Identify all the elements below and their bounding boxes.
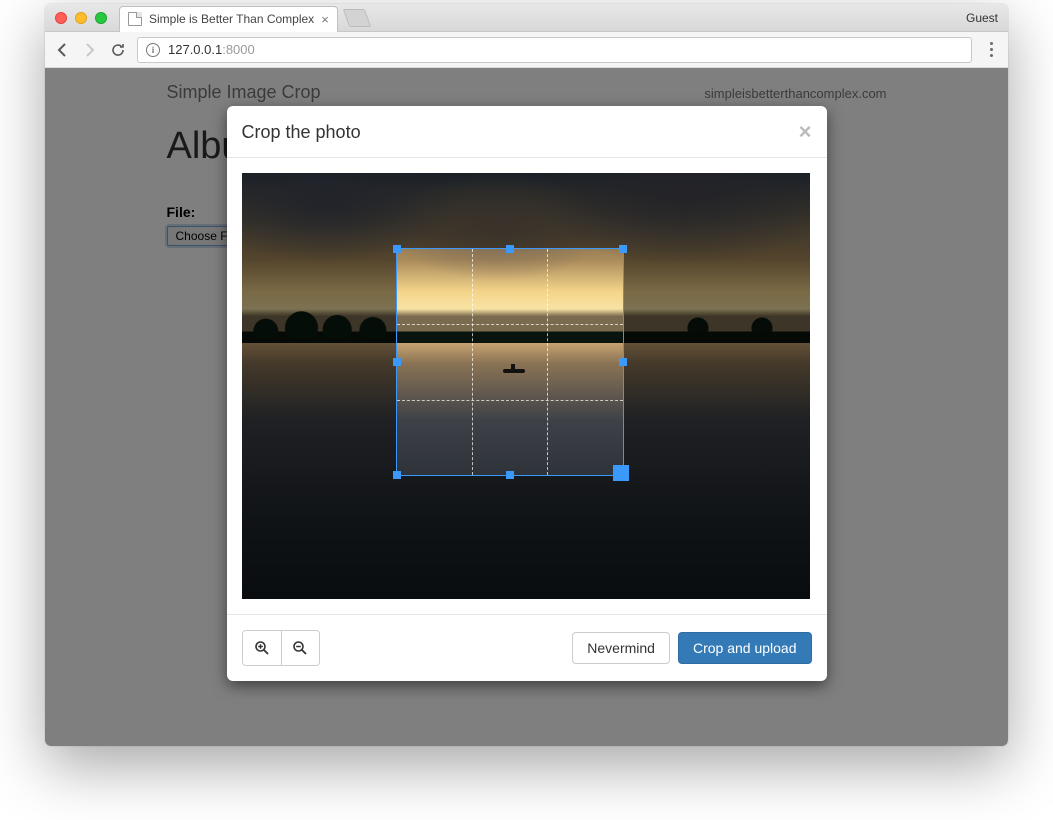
browser-tab[interactable]: Simple is Better Than Complex × [119,6,338,32]
profile-label[interactable]: Guest [966,11,998,25]
page-content: Simple Image Crop simpleisbetterthancomp… [45,68,1008,746]
crop-grid-line [547,249,548,475]
window-controls [55,12,107,24]
crop-grid-line [397,324,623,325]
zoom-out-button[interactable] [281,631,319,665]
crop-modal: Crop the photo × [227,106,827,681]
crop-handle-n[interactable] [506,245,514,253]
close-tab-icon[interactable]: × [321,12,329,27]
back-button[interactable] [53,41,71,59]
titlebar: Simple is Better Than Complex × Guest [45,4,1008,32]
zoom-in-button[interactable] [243,631,281,665]
crop-selection[interactable] [397,249,623,475]
crop-handle-nw[interactable] [393,245,401,253]
crop-upload-button[interactable]: Crop and upload [678,632,812,664]
crop-handle-e[interactable] [619,358,627,366]
modal-title: Crop the photo [242,122,361,143]
reload-button[interactable] [109,41,127,59]
minimize-window-icon[interactable] [75,12,87,24]
crop-grid-line [397,400,623,401]
crop-handle-s[interactable] [506,471,514,479]
browser-toolbar: i 127.0.0.1:8000 [45,32,1008,68]
maximize-window-icon[interactable] [95,12,107,24]
crop-handle-se[interactable] [613,465,629,481]
close-window-icon[interactable] [55,12,67,24]
crop-handle-ne[interactable] [619,245,627,253]
zoom-controls [242,630,320,666]
crop-handle-w[interactable] [393,358,401,366]
browser-menu-icon[interactable] [982,41,1000,59]
crop-grid-line [472,249,473,475]
modal-body [227,158,827,614]
close-icon[interactable]: × [799,121,812,143]
modal-footer: Nevermind Crop and upload [227,614,827,681]
address-bar[interactable]: i 127.0.0.1:8000 [137,37,972,63]
crop-handle-sw[interactable] [393,471,401,479]
tab-title: Simple is Better Than Complex [149,12,314,26]
browser-window: Simple is Better Than Complex × Guest i … [45,4,1008,746]
image-crop-canvas[interactable] [242,173,810,599]
url-text: 127.0.0.1:8000 [168,42,255,57]
new-tab-button[interactable] [343,9,372,27]
forward-button[interactable] [81,41,99,59]
modal-header: Crop the photo × [227,106,827,158]
cancel-button[interactable]: Nevermind [572,632,670,664]
site-info-icon[interactable]: i [146,43,160,57]
page-icon [128,12,142,26]
